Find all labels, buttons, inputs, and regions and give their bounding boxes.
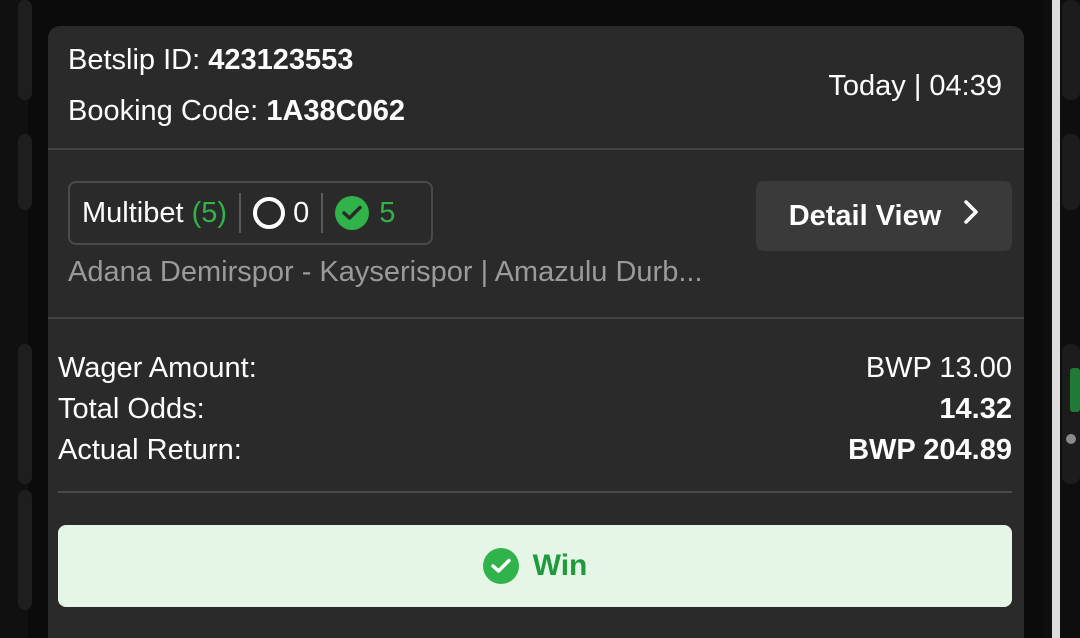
check-circle-icon bbox=[482, 548, 519, 584]
booking-code: Booking Code: 1A38C062 bbox=[68, 95, 405, 128]
wager-label: Wager Amount: bbox=[58, 351, 257, 384]
betslip-header: Betslip ID: 423123553 Booking Code: 1A38… bbox=[48, 26, 1024, 149]
background-card bbox=[1062, 134, 1080, 210]
return-label: Actual Return: bbox=[58, 433, 242, 466]
check-circle-icon bbox=[335, 196, 370, 230]
circle-outline-icon bbox=[253, 197, 286, 229]
bet-type: Multibet bbox=[82, 196, 184, 229]
odds-value: 14.32 bbox=[939, 392, 1012, 425]
match-list[interactable]: Adana Demirspor - Kayserispor | Amazulu … bbox=[68, 256, 703, 289]
selection-count: (5) bbox=[191, 196, 228, 229]
summary-divider bbox=[48, 317, 1024, 319]
background-card bbox=[1062, 344, 1080, 484]
chevron-right-icon bbox=[963, 199, 979, 233]
pill-separator bbox=[239, 193, 242, 233]
bet-timestamp: Today | 04:39 bbox=[828, 70, 1002, 102]
background-card bbox=[1062, 0, 1080, 100]
background-dot bbox=[1066, 434, 1076, 444]
background-card bbox=[18, 490, 32, 610]
background-left bbox=[0, 0, 32, 638]
betslip-screen: Betslip ID: 423123553 Booking Code: 1A38… bbox=[0, 0, 1080, 638]
bet-status-pill: Multibet (5) 0 5 bbox=[68, 181, 433, 245]
betslip-id: Betslip ID: 423123553 bbox=[68, 44, 353, 77]
background-card bbox=[18, 344, 32, 484]
scrollbar-track bbox=[1052, 0, 1060, 638]
odds-label: Total Odds: bbox=[58, 392, 205, 425]
wager-value: BWP 13.00 bbox=[865, 351, 1012, 384]
header-divider bbox=[48, 148, 1024, 150]
wager-row: Wager Amount: BWP 13.00 bbox=[58, 348, 1012, 388]
betslip-id-value: 423123553 bbox=[208, 44, 354, 76]
detail-view-button[interactable]: Detail View bbox=[756, 181, 1012, 251]
amounts-divider bbox=[58, 491, 1012, 493]
background-card bbox=[18, 134, 32, 210]
booking-code-label: Booking Code: bbox=[68, 95, 259, 127]
detail-view-label: Detail View bbox=[788, 199, 942, 232]
pending-count: 0 bbox=[293, 196, 310, 229]
won-count: 5 bbox=[379, 196, 396, 229]
return-value: BWP 204.89 bbox=[848, 433, 1012, 466]
booking-code-value: 1A38C062 bbox=[266, 95, 405, 127]
betslip-card[interactable]: Betslip ID: 423123553 Booking Code: 1A38… bbox=[48, 26, 1024, 638]
betslip-id-label: Betslip ID: bbox=[68, 44, 201, 76]
odds-row: Total Odds: 14.32 bbox=[58, 389, 1012, 429]
background-card bbox=[18, 0, 32, 100]
background-right bbox=[1044, 0, 1080, 638]
win-label: Win bbox=[532, 549, 588, 582]
win-status-banner: Win bbox=[58, 525, 1012, 607]
background-accent bbox=[1070, 368, 1080, 412]
pill-separator bbox=[321, 193, 324, 233]
return-row: Actual Return: BWP 204.89 bbox=[58, 430, 1012, 470]
